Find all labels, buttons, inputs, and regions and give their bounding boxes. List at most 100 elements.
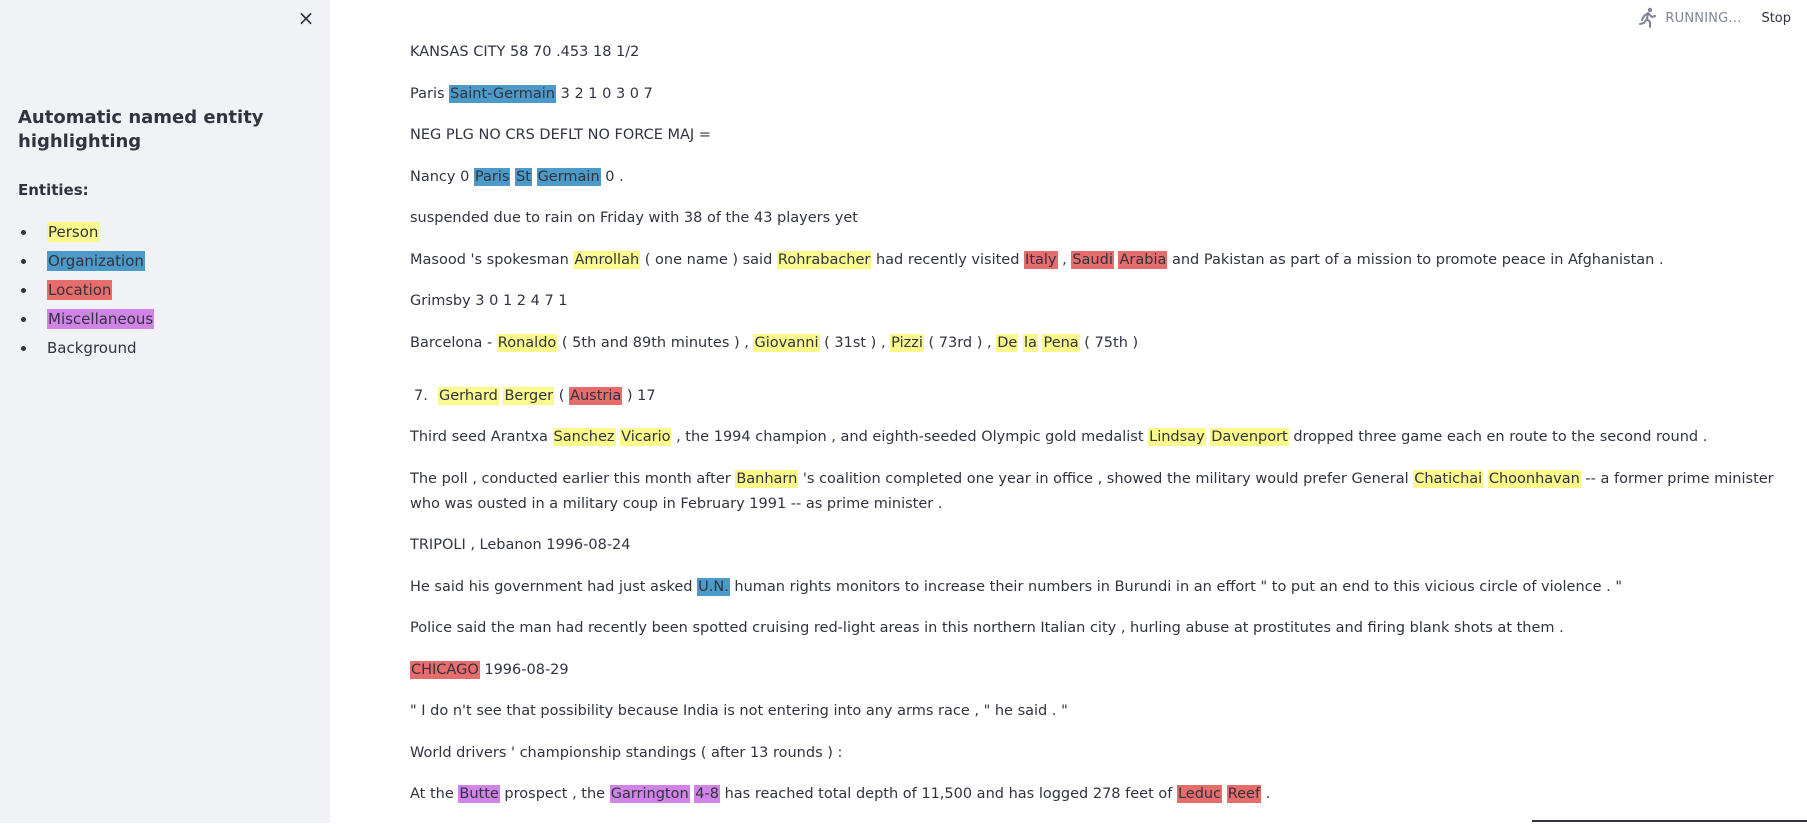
plain-text: Grimsby 3 0 1 2 4 7 1 (410, 293, 568, 309)
plain-text: and Pakistan as part of a mission to pro… (1167, 251, 1664, 268)
legend-item: Miscellaneous (18, 307, 155, 336)
legend-label: Location (47, 280, 113, 300)
plain-text: dropped three game each en route to the … (1288, 429, 1708, 445)
plain-text: NEG PLG NO CRS DEFLT NO FORCE MAJ = (410, 127, 711, 143)
entity-per: Gerhard (438, 386, 499, 405)
plain-text: human rights monitors to increase their … (729, 578, 1623, 595)
plain-text: World drivers ' championship standings (… (410, 744, 843, 761)
entity-per: Rohrabacher (776, 250, 872, 269)
entity-misc: Garrington (609, 785, 690, 803)
entity-per: Pizzi (890, 333, 924, 352)
plain-text: Third seed Arantxa (410, 429, 553, 445)
plain-text: KANSAS CITY 58 70 .453 18 1/2 (410, 44, 640, 60)
entity-per: Chatichai (1413, 469, 1484, 488)
plain-text: Police said the man had recently been sp… (410, 620, 1564, 636)
app-title: Automatic named entity highlighting (18, 107, 264, 152)
sentence-line: 7. Gerhard Berger ( Austria ) 17 (410, 384, 1790, 409)
list-number: 7. (414, 387, 428, 404)
plain-text: The poll , conducted earlier this month … (410, 470, 736, 487)
entity-per: Amrollah (573, 250, 641, 269)
plain-text: 1996-08-29 (479, 661, 569, 678)
legend-label: Miscellaneous (47, 309, 155, 329)
sentence-line: CHICAGO 1996-08-29 (410, 658, 1790, 683)
sidebar: × Automatic named entity highlighting En… (0, 0, 330, 823)
entity-loc: Italy (1024, 250, 1058, 269)
sentence-line: Police said the man had recently been sp… (410, 616, 1790, 641)
stop-button[interactable]: Stop (1761, 11, 1791, 26)
plain-text: , the 1994 champion , and eighth-seeded … (671, 429, 1149, 445)
entity-loc: CHICAGO (410, 660, 480, 679)
entity-loc: Arabia (1118, 250, 1168, 269)
sentence-line: Paris Saint-Germain 3 2 1 0 3 0 7 (410, 82, 1790, 107)
plain-text: ( one name ) said (640, 251, 777, 268)
close-sidebar-button[interactable]: × (294, 6, 318, 30)
plain-text (1222, 786, 1227, 802)
entity-loc: Austria (569, 386, 623, 405)
entity-per: Banharn (735, 469, 799, 488)
legend-label: Organization (47, 251, 145, 271)
running-man-icon (1639, 7, 1657, 28)
sentence-line: Masood 's spokesman Amrollah ( one name … (410, 248, 1790, 273)
entity-misc: Butte (458, 785, 500, 803)
plain-text: Masood 's spokesman (410, 251, 574, 268)
legend-label: Background (47, 339, 137, 357)
legend-label: Person (47, 222, 100, 242)
entity-per: Giovanni (753, 333, 820, 352)
status-widget: RUNNING... Stop (1635, 6, 1791, 30)
entity-org: Paris (473, 167, 511, 186)
sentence-line: World drivers ' championship standings (… (410, 741, 1790, 766)
plain-text (532, 169, 537, 185)
plain-text: 0 . (600, 168, 624, 185)
entity-loc: Leduc (1176, 785, 1223, 803)
close-icon[interactable]: × (298, 6, 315, 30)
plain-text: TRIPOLI , Lebanon 1996-08-24 (410, 537, 631, 553)
plain-text: ( (554, 387, 570, 404)
entity-misc: 4-8 (694, 785, 720, 803)
plain-text: ( 31st ) , (819, 334, 891, 351)
sentence-line: " I do n't see that possibility because … (410, 699, 1790, 724)
entity-per: la (1022, 333, 1038, 352)
highlighted-text-list: KANSAS CITY 58 70 .453 18 1/2 Paris Saint… (410, 40, 1790, 824)
plain-text: , (1057, 251, 1072, 268)
legend-item: Background (18, 336, 154, 365)
bottom-scroll-indicator (1532, 820, 1807, 822)
entity-loc: Saudi (1071, 250, 1114, 269)
plain-text: suspended due to rain on Friday with 38 … (410, 210, 858, 226)
sentence-line: He said his government had just asked U.… (410, 575, 1790, 600)
entity-per: Davenport (1210, 428, 1289, 446)
plain-text: Nancy 0 (410, 168, 474, 185)
entity-org: U.N. (697, 577, 730, 596)
entity-per: Vicario (620, 428, 672, 446)
sentence-line: Third seed Arantxa Sanchez Vicario , the… (410, 425, 1790, 450)
running-status-text: RUNNING... (1665, 10, 1742, 26)
sentence-line: At the Butte prospect , the Garrington 4… (410, 782, 1790, 807)
plain-text: 3 2 1 0 3 0 7 (556, 85, 653, 102)
sentence-line: Barcelona - Ronaldo ( 5th and 89th minut… (410, 331, 1790, 356)
sentence-line: Grimsby 3 0 1 2 4 7 1 (410, 289, 1790, 314)
plain-text: He said his government had just asked (410, 578, 698, 595)
legend-item: Location (18, 278, 154, 307)
entity-per: Ronaldo (496, 333, 558, 352)
sentence-line: The poll , conducted earlier this month … (410, 467, 1790, 517)
entity-org: Saint-Germain (449, 84, 556, 103)
sentence-line: Nancy 0 Paris St Germain 0 . (410, 165, 1790, 190)
entity-legend: Person Organization Location Miscellaneous B… (18, 220, 155, 365)
entity-per: Pena (1042, 333, 1080, 352)
entity-loc: Reef (1226, 785, 1262, 803)
entities-heading: Entities: (18, 181, 89, 199)
sentence-line: KANSAS CITY 58 70 .453 18 1/2 (410, 40, 1790, 65)
plain-text: prospect , the (499, 786, 610, 802)
legend-item: Organization (18, 249, 154, 278)
plain-text: had recently visited (871, 251, 1025, 268)
entity-org: Germain (536, 167, 601, 186)
entity-org: St (515, 167, 532, 186)
entity-per: Choonhavan (1487, 469, 1581, 488)
entity-per: De (996, 333, 1019, 352)
sentence-line: suspended due to rain on Friday with 38 … (410, 206, 1790, 231)
plain-text: ( 75th ) (1079, 334, 1139, 351)
sentence-line: NEG PLG NO CRS DEFLT NO FORCE MAJ = (410, 123, 1790, 148)
plain-text: ) 17 (622, 387, 656, 404)
plain-text: 's coalition completed one year in offic… (798, 470, 1414, 487)
plain-text: has reached total depth of 11,500 and ha… (719, 786, 1177, 802)
entity-per: Berger (503, 386, 555, 405)
